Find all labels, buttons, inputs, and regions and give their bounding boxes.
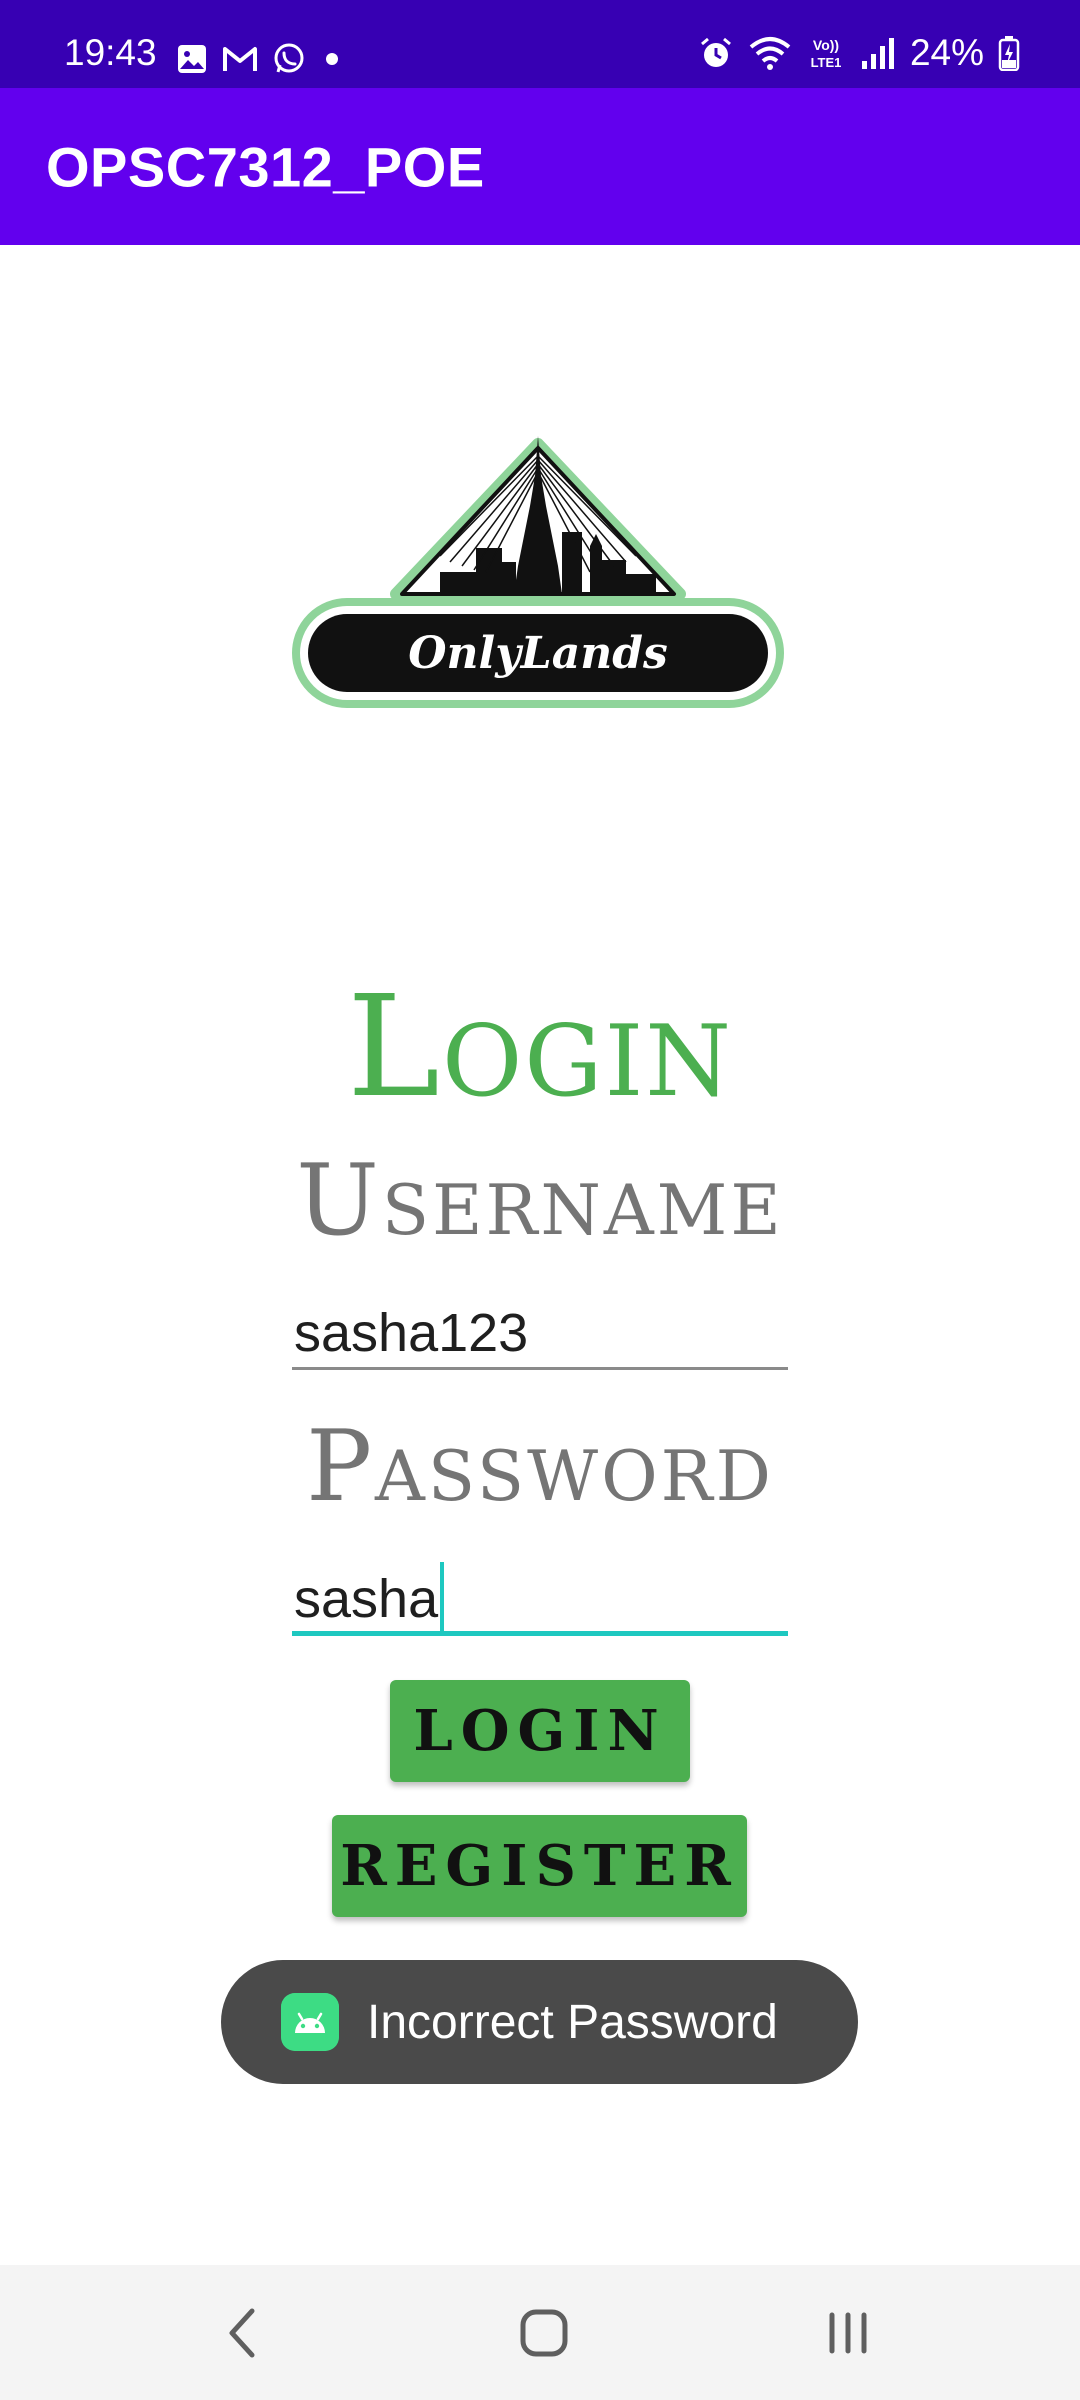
app-title: OPSC7312_POE — [46, 135, 485, 198]
login-button[interactable]: LOGIN — [390, 1680, 690, 1782]
toast-message: Incorrect Password — [221, 1960, 858, 2084]
whatsapp-icon — [274, 43, 304, 73]
dot-icon — [326, 53, 338, 65]
home-icon — [520, 2309, 568, 2356]
recents-icon — [829, 2312, 867, 2353]
gmail-icon — [223, 47, 257, 71]
alarm-icon — [700, 37, 731, 67]
toast-text: Incorrect Password — [367, 1995, 778, 2049]
gallery-icon — [178, 45, 206, 73]
username-value: sasha123 — [294, 1303, 529, 1363]
password-value: sasha — [294, 1569, 439, 1629]
battery-charging-icon — [998, 35, 1020, 71]
onlylands-logo: OnlyLands — [292, 436, 784, 708]
login-screen: 19:43 Vo)) LTE1 24% OPSC7312_POE OnlyLan… — [0, 0, 1080, 2400]
system-status-icons: Vo)) LTE1 24% — [698, 34, 1020, 71]
password-label: Password — [306, 1410, 774, 1524]
volte-icon: Vo)) LTE1 — [811, 37, 842, 70]
svg-text:LTE1: LTE1 — [811, 55, 842, 70]
nav-home-button[interactable] — [474, 2265, 614, 2400]
navigation-bar — [0, 2265, 1080, 2400]
status-time: 19:43 — [64, 32, 157, 73]
back-icon — [229, 2308, 255, 2357]
nav-back-button[interactable] — [172, 2265, 312, 2400]
svg-text:Vo)): Vo)) — [813, 37, 839, 53]
android-icon — [281, 1993, 339, 2051]
password-field[interactable]: sasha — [292, 1562, 788, 1636]
battery-percent: 24% — [909, 32, 984, 73]
login-heading: Login — [346, 966, 734, 1129]
wifi-icon — [749, 36, 791, 70]
signal-icon — [861, 37, 894, 69]
logo-text: OnlyLands — [408, 628, 668, 679]
app-bar: OPSC7312_POE — [0, 88, 1080, 245]
username-label: Username — [296, 1144, 784, 1258]
username-field[interactable]: sasha123 — [292, 1296, 788, 1370]
text-cursor — [440, 1562, 445, 1636]
register-button[interactable]: REGISTER — [332, 1815, 747, 1917]
nav-recents-button[interactable] — [778, 2265, 918, 2400]
status-bar: 19:43 Vo)) LTE1 24% — [0, 0, 1080, 88]
notification-icons — [176, 42, 344, 76]
